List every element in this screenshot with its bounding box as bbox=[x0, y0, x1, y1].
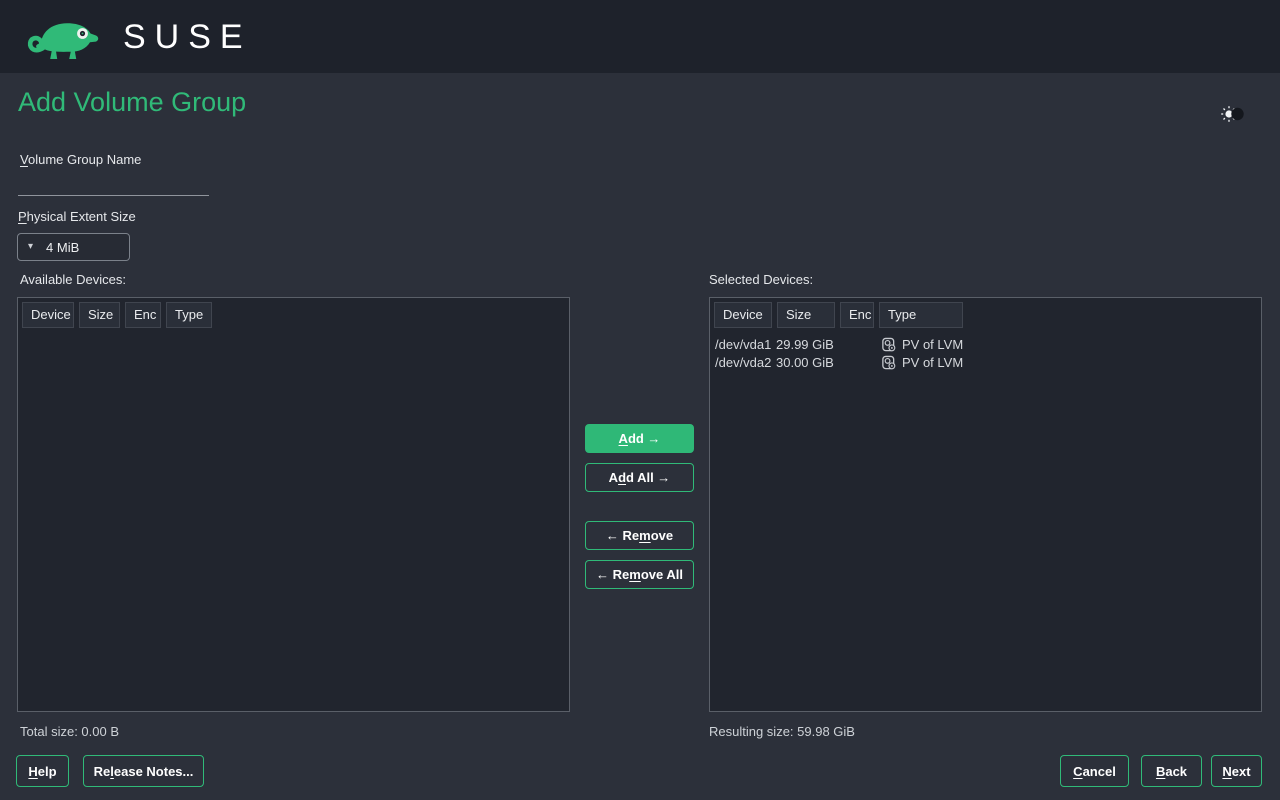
remove-button[interactable]: ← Remove bbox=[585, 521, 694, 550]
pv-lvm-icon bbox=[881, 337, 896, 352]
selected-devices-label: Selected Devices: bbox=[709, 272, 813, 287]
sun-moon-icon bbox=[1219, 104, 1247, 124]
pv-lvm-icon bbox=[881, 355, 896, 370]
column-header-device[interactable]: Device bbox=[714, 302, 772, 328]
column-header-type[interactable]: Type bbox=[166, 302, 212, 328]
suse-chameleon-icon bbox=[27, 11, 107, 63]
selected-devices-table[interactable]: DeviceSizeEncType /dev/vda129.99 GiB PV … bbox=[709, 297, 1262, 712]
cell-device: /dev/vda1 bbox=[715, 337, 776, 352]
topbar: SUSE bbox=[0, 0, 1280, 73]
back-button[interactable]: Back bbox=[1141, 755, 1202, 787]
resulting-size-text: Resulting size: 59.98 GiB bbox=[709, 724, 855, 739]
cell-device: /dev/vda2 bbox=[715, 355, 776, 370]
available-table-body bbox=[18, 332, 569, 335]
physical-extent-size-value: 4 MiB bbox=[46, 240, 79, 255]
page-title: Add Volume Group bbox=[18, 87, 246, 118]
column-header-enc[interactable]: Enc bbox=[840, 302, 874, 328]
column-header-device[interactable]: Device bbox=[22, 302, 74, 328]
selected-table-body: /dev/vda129.99 GiB PV of LVM/dev/vda230.… bbox=[710, 332, 1261, 371]
physical-extent-size-label: Physical Extent Size bbox=[18, 209, 136, 224]
release-notes-button[interactable]: Release Notes... bbox=[83, 755, 204, 787]
column-header-enc[interactable]: Enc bbox=[125, 302, 161, 328]
main-content: Add Volume Group Volume Group Name Physi… bbox=[0, 73, 1280, 800]
remove-all-button[interactable]: ← Remove All bbox=[585, 560, 694, 589]
screen: SUSE Add Volume Group Volume Group Name … bbox=[0, 0, 1280, 800]
table-row[interactable]: /dev/vda129.99 GiB PV of LVM bbox=[710, 335, 1261, 353]
physical-extent-size-select[interactable]: ▾ 4 MiB bbox=[17, 233, 130, 261]
cell-size: 30.00 GiB bbox=[776, 355, 836, 370]
brand-wordmark: SUSE bbox=[123, 20, 252, 54]
table-row[interactable]: /dev/vda230.00 GiB PV of LVM bbox=[710, 353, 1261, 371]
cancel-button[interactable]: Cancel bbox=[1060, 755, 1129, 787]
cell-type: PV of LVM bbox=[881, 355, 1261, 370]
available-devices-table[interactable]: DeviceSizeEncType bbox=[17, 297, 570, 712]
suse-logo: SUSE bbox=[27, 11, 252, 63]
column-header-type[interactable]: Type bbox=[879, 302, 963, 328]
cell-type: PV of LVM bbox=[881, 337, 1261, 352]
add-button[interactable]: Add → bbox=[585, 424, 694, 453]
theme-toggle-button[interactable] bbox=[1218, 104, 1248, 126]
chevron-down-icon: ▾ bbox=[28, 242, 33, 252]
volume-group-name-input[interactable] bbox=[18, 170, 209, 196]
column-header-size[interactable]: Size bbox=[79, 302, 120, 328]
available-table-header: DeviceSizeEncType bbox=[18, 298, 569, 332]
add-all-button[interactable]: Add All → bbox=[585, 463, 694, 492]
cell-size: 29.99 GiB bbox=[776, 337, 836, 352]
volume-group-name-label: Volume Group Name bbox=[20, 152, 141, 167]
column-header-size[interactable]: Size bbox=[777, 302, 835, 328]
available-devices-label: Available Devices: bbox=[20, 272, 126, 287]
help-button[interactable]: Help bbox=[16, 755, 69, 787]
selected-table-header: DeviceSizeEncType bbox=[710, 298, 1261, 332]
next-button[interactable]: Next bbox=[1211, 755, 1262, 787]
total-size-text: Total size: 0.00 B bbox=[20, 724, 119, 739]
